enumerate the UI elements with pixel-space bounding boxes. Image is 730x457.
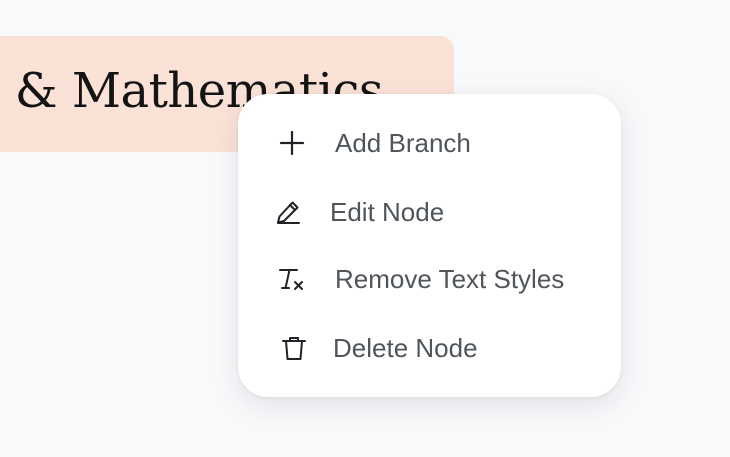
remove-text-styles-label: Remove Text Styles xyxy=(335,264,565,294)
add-branch-menu-item[interactable]: Add Branch xyxy=(238,112,621,174)
delete-node-menu-item[interactable]: Delete Node xyxy=(238,317,621,379)
add-branch-label: Add Branch xyxy=(335,128,471,158)
remove-text-styles-menu-item[interactable]: Remove Text Styles xyxy=(238,248,621,310)
plus-icon xyxy=(278,129,306,157)
mind-map-canvas[interactable]: cs & Mathematics Add Branch Edit Node xyxy=(0,0,730,457)
edit-node-label: Edit Node xyxy=(330,197,445,227)
trash-icon xyxy=(280,334,308,362)
remove-text-styles-icon xyxy=(277,265,305,293)
edit-node-menu-item[interactable]: Edit Node xyxy=(238,181,621,243)
delete-node-label: Delete Node xyxy=(333,333,478,363)
pencil-icon xyxy=(274,198,302,226)
node-context-menu: Add Branch Edit Node Remove Text Styles … xyxy=(238,94,621,397)
